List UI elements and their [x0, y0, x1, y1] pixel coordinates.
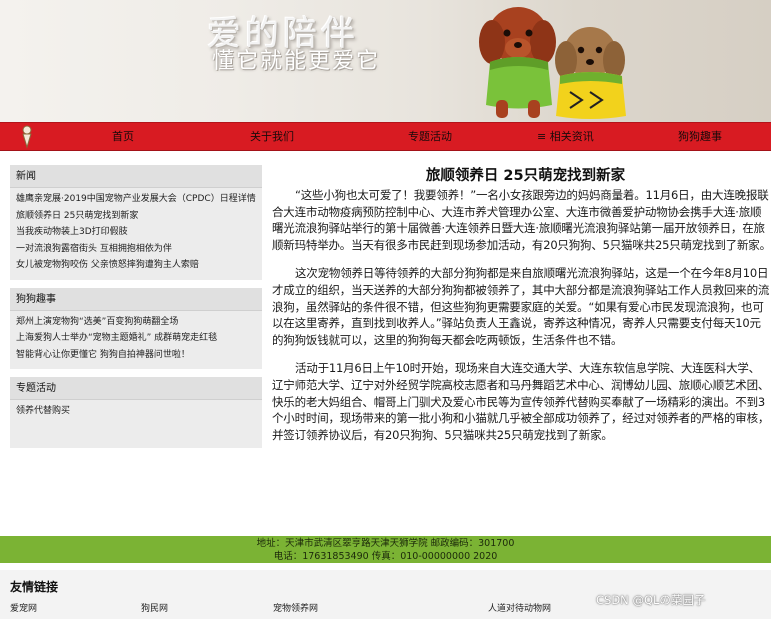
nav-dog-stories[interactable]: 狗狗趣事 [678, 123, 722, 151]
footer-address: 地址：天津市武清区翠亨路天津天狮学院 邮政编码：301700 [256, 538, 515, 549]
article-paragraph: 这次宠物领养日等待领养的大部分狗狗都是来自旅顺曙光流浪狗驿站，这是一个在今年8月… [272, 266, 770, 347]
sidebar-heading: 专题活动 [10, 377, 262, 400]
friend-link[interactable]: 人道对待动物网 [488, 601, 551, 614]
logo-icon [22, 125, 32, 149]
friend-link[interactable]: 爱宠网 [10, 601, 37, 614]
sidebar-news-link[interactable]: 当我疾动物装上3D打印假肢 [16, 224, 262, 241]
dogs-photo-icon [479, 7, 626, 119]
sidebar-section-dog-stories: 狗狗趣事 郑州上演宠物狗“选美”百变狗狗萌翻全场 上海爱狗人士举办“宠物主题婚礼… [10, 287, 262, 369]
sidebar-news-link[interactable]: 一对流浪狗露宿街头 互相拥抱相依为伴 [16, 241, 262, 258]
friend-links-title: 友情链接 [10, 580, 59, 594]
nav-about[interactable]: 关于我们 [250, 123, 294, 151]
article-paragraph: 活动于11月6日上午10时开始，现场来自大连交通大学、大连东软信息学院、大连医科… [272, 361, 770, 442]
sidebar-heading: 狗狗趣事 [10, 287, 262, 311]
sidebar-story-link[interactable]: 郑州上演宠物狗“选美”百变狗狗萌翻全场 [16, 314, 262, 331]
header-banner: 爱的陪伴 懂它就能更爱它 [0, 0, 771, 122]
article: 旅顺领养日 25只萌宠找到新家 “这些小狗也太可爱了！我要领养！”一名小女孩跟旁… [272, 165, 771, 455]
nav-home[interactable]: 首页 [112, 123, 134, 151]
sidebar-news-link[interactable]: 女儿被宠物狗咬伤 父亲愤怒摔狗遭狗主人索赔 [16, 257, 262, 274]
nav-news[interactable]: ≡ 相关资讯 [537, 123, 594, 151]
sidebar: 新闻 雄鹰亲宠展·2019中国宠物产业发展大会（CPDC）日程详情 旅顺领养日 … [10, 165, 262, 456]
sidebar-heading: 新闻 [10, 165, 262, 188]
sidebar-story-link[interactable]: 智能背心让你更懂它 狗狗自拍神器问世啦！ [16, 347, 262, 364]
sidebar-news-link[interactable]: 雄鹰亲宠展·2019中国宠物产业发展大会（CPDC）日程详情 [16, 191, 262, 208]
article-paragraph: “这些小狗也太可爱了！我要领养！”一名小女孩跟旁边的妈妈商量着。11月6日，由大… [272, 188, 771, 252]
sidebar-event-link[interactable]: 领养代替购买 [16, 403, 262, 420]
nav-events[interactable]: 专题活动 [408, 123, 452, 151]
csdn-watermark: CSDN @QLの菜园子 [596, 593, 706, 607]
sidebar-story-link[interactable]: 上海爱狗人士举办“宠物主题婚礼” 成群萌宠走红毯 [16, 330, 262, 347]
sidebar-section-events: 专题活动 领养代替购买 [10, 377, 262, 448]
footer: 地址：天津市武清区翠亨路天津天狮学院 邮政编码：301700 电话：176318… [0, 536, 771, 563]
footer-contact: 电话：17631853490 传真：010-00000000 2020 [273, 551, 498, 562]
friend-link[interactable]: 狗民网 [141, 601, 168, 614]
article-title: 旅顺领养日 25只萌宠找到新家 [425, 168, 626, 184]
friend-link[interactable]: 宠物领养网 [273, 601, 318, 614]
sidebar-news-link[interactable]: 旅顺领养日 25只萌宠找到新家 [16, 208, 262, 225]
main-nav: 首页 关于我们 专题活动 ≡ 相关资讯 狗狗趣事 [0, 122, 771, 151]
banner-slogan: 懂它就能更爱它 [212, 49, 381, 74]
sidebar-section-news: 新闻 雄鹰亲宠展·2019中国宠物产业发展大会（CPDC）日程详情 旅顺领养日 … [10, 165, 262, 280]
